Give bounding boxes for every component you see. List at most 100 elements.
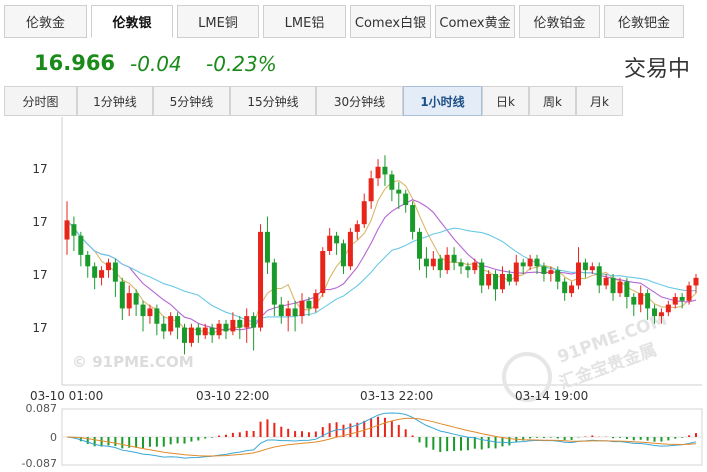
candle-body (251, 316, 257, 328)
candle-body (202, 327, 208, 336)
market-tab-3[interactable]: LME铝 (263, 5, 346, 38)
candle-body (589, 266, 595, 271)
candle-body (396, 189, 402, 194)
candle-body (92, 266, 98, 278)
period-tab-4[interactable]: 30分钟线 (316, 86, 403, 116)
candle-body (665, 304, 671, 313)
candle-body (112, 262, 118, 282)
candle-body (569, 285, 575, 294)
trading-status: 交易中 (623, 57, 690, 82)
candle-body (264, 231, 270, 263)
market-tab-2[interactable]: LME铜 (177, 5, 259, 38)
candle-body (458, 262, 464, 267)
candle-body (575, 262, 581, 286)
candle-body (658, 312, 664, 317)
candle-body (672, 296, 678, 305)
candle-body (368, 178, 374, 202)
candle-body (631, 296, 637, 305)
candle-body (444, 254, 450, 271)
candle-body (693, 277, 699, 286)
candle-body (486, 273, 492, 286)
market-tabs: 伦敦金 伦敦银 LME铜 LME铝 Comex白银 Comex黄金 伦敦铂金 伦敦钯金 (0, 0, 707, 42)
candle-body (389, 174, 395, 190)
last-price: 16.966 (34, 51, 116, 75)
candle-body (430, 258, 436, 267)
candle-body (175, 316, 181, 328)
period-tab-6[interactable]: 日k (482, 86, 529, 116)
candle-body (133, 293, 139, 305)
candle-body (71, 224, 77, 236)
y-tick-label: 17 (32, 321, 47, 335)
candle-body (417, 231, 423, 259)
period-tab-2[interactable]: 5分钟线 (153, 86, 230, 116)
x-tick-label: 03-13 22:00 (360, 389, 433, 403)
market-tab-7[interactable]: 伦敦钯金 (604, 5, 684, 38)
candle-body (334, 235, 340, 244)
candle-body (520, 262, 526, 267)
watermark-left: © 91PME.COM (72, 353, 194, 371)
candle-body (306, 300, 312, 309)
candle-body (105, 262, 111, 271)
candle-body (679, 296, 685, 301)
candle-body (499, 273, 505, 290)
candle-body (99, 270, 105, 278)
candle-body (610, 277, 616, 294)
candle-body (617, 281, 623, 294)
candle-body (237, 319, 243, 328)
macd-tick-label: 0 (50, 431, 57, 444)
candle-body (465, 266, 471, 271)
candle-body (195, 327, 201, 336)
candle-body (340, 243, 346, 267)
period-tab-8[interactable]: 月k (576, 86, 623, 116)
candle-body (154, 308, 160, 324)
x-tick-label: 03-10 01:00 (30, 389, 103, 403)
candle-body (548, 270, 554, 274)
candle-body (271, 262, 277, 305)
period-tab-5[interactable]: 1小时线 (403, 86, 482, 116)
candle-body (285, 308, 291, 317)
candle-body (85, 254, 91, 267)
candle-body (686, 285, 692, 301)
candle-body (126, 293, 132, 309)
x-tick-label: 03-10 22:00 (196, 389, 269, 403)
candle-body (582, 262, 588, 271)
candle-body (119, 281, 125, 309)
candle-body (313, 293, 319, 309)
candle-body (216, 323, 222, 336)
market-tab-1[interactable]: 伦敦银 (91, 5, 173, 38)
market-tab-5[interactable]: Comex黄金 (435, 5, 515, 38)
y-tick-label: 17 (32, 215, 47, 229)
candle-body (223, 323, 229, 332)
candlestick-chart: © 91PME.COM 91PME.COM汇金宝贵金属 17171717 03-1… (22, 117, 703, 470)
market-tab-0[interactable]: 伦敦金 (4, 5, 87, 38)
candle-body (361, 201, 367, 225)
candle-body (437, 258, 443, 271)
ma-line-10 (66, 199, 697, 331)
candle-body (168, 316, 174, 332)
candle-body (596, 266, 602, 286)
candle-body (652, 308, 658, 317)
period-tab-0[interactable]: 分时图 (4, 86, 77, 116)
x-tick-label: 03-14 19:00 (515, 389, 588, 403)
candle-body (555, 270, 561, 282)
candle-body (638, 293, 644, 305)
period-tab-7[interactable]: 周k (529, 86, 576, 116)
candle-body (320, 251, 326, 294)
ma-line-5 (66, 180, 697, 335)
price-change-percent: -0.23% (206, 52, 277, 76)
candle-body (410, 205, 416, 232)
candle-body (230, 319, 236, 332)
market-tab-6[interactable]: 伦敦铂金 (519, 5, 600, 38)
candle-body (278, 304, 284, 317)
candle-body (382, 166, 388, 175)
candle-body (327, 235, 333, 251)
period-tab-1[interactable]: 1分钟线 (77, 86, 153, 116)
candle-body (347, 231, 353, 267)
period-tab-3[interactable]: 15分钟线 (230, 86, 316, 116)
candle-body (493, 273, 499, 290)
macd-tick-label: -0.087 (22, 457, 57, 468)
candle-body (78, 235, 84, 255)
chart-area: © 91PME.COM 91PME.COM 汇金宝贵金属 17 17 17 17 03-1… (0, 117, 707, 470)
market-tab-4[interactable]: Comex白银 (350, 5, 431, 38)
candle-body (258, 231, 264, 328)
